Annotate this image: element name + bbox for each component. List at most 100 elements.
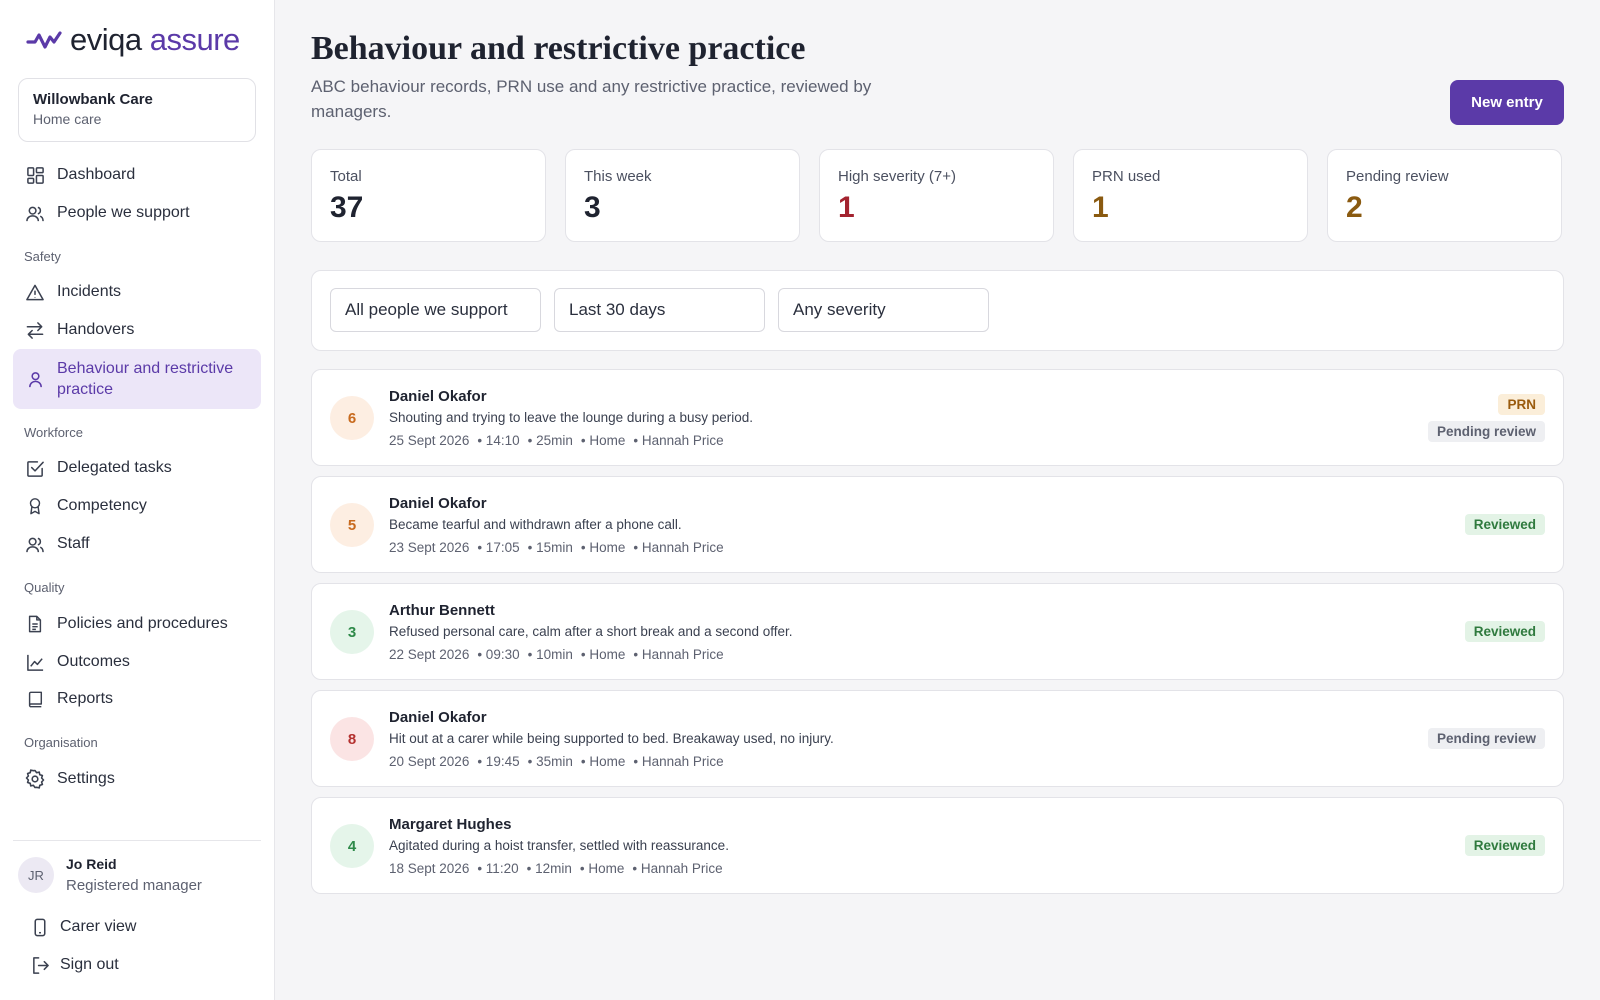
sidebar-item-settings[interactable]: Settings [13,762,261,796]
gear-icon [25,769,45,789]
entry-place: • Home [580,433,626,448]
entry-person: Arthur Bennett [389,602,495,619]
severity-badge: 5 [330,503,374,547]
entry-date: 18 Sept 2026 [389,861,470,876]
stat-value: 1 [1092,191,1109,224]
list-item[interactable]: 6 Daniel Okafor Shouting and trying to l… [311,369,1564,466]
document-icon [25,614,45,634]
stat-label: Total [330,168,362,185]
sign-out-link[interactable]: Sign out [18,948,266,982]
sidebar-item-label: Handovers [57,321,135,338]
new-entry-button[interactable]: New entry [1450,80,1564,125]
severity-badge: 6 [330,396,374,440]
sidebar-item-delegated-tasks[interactable]: Delegated tasks [13,451,261,485]
sidebar-divider [13,840,261,841]
sign-out-label: Sign out [60,956,119,973]
entry-date: 23 Sept 2026 [389,540,470,555]
severity-badge: 3 [330,610,374,654]
page-title: Behaviour and restrictive practice [311,30,806,67]
dashboard-icon [25,165,45,185]
entry-time: • 09:30 [477,647,520,662]
entry-date: 22 Sept 2026 [389,647,470,662]
line-chart-icon [25,652,45,672]
sign-out-icon [30,955,50,975]
sidebar-item-outcomes[interactable]: Outcomes [13,645,261,679]
sidebar-item-label: Staff [57,535,90,552]
entry-description: Refused personal care, calm after a shor… [389,624,793,639]
sidebar-item-handovers[interactable]: Handovers [13,313,261,347]
status-badge: Reviewed [1464,835,1545,856]
entry-duration: • 35min [527,754,573,769]
entry-duration: • 12min [526,861,572,876]
severity-filter-select[interactable]: Any severity [778,288,989,332]
stat-card-prn-used: PRN used 1 [1073,149,1308,242]
entry-person: Daniel Okafor [389,495,487,512]
entry-description: Hit out at a carer while being supported… [389,731,834,746]
entry-person: Daniel Okafor [389,388,487,405]
sidebar-item-incidents[interactable]: Incidents [13,275,261,309]
carer-view-link[interactable]: Carer view [18,910,266,944]
phone-icon [30,917,50,937]
sidebar-item-label: Reports [57,690,114,707]
sidebar-item-reports[interactable]: Reports [13,682,261,716]
users-icon [25,534,45,554]
entry-meta: 23 Sept 2026 • 17:05 • 15min • Home • Ha… [389,540,724,555]
logo[interactable]: eviqa assure [26,22,240,58]
person-icon [25,369,45,389]
stat-label: High severity (7+) [838,168,956,185]
entry-badges: Reviewed [1464,798,1545,893]
stat-card-high-severity: High severity (7+) 1 [819,149,1054,242]
entry-badges: Pending review [1427,691,1545,786]
entry-badges: Reviewed [1464,584,1545,679]
entry-place: • Home [579,861,625,876]
swap-arrows-icon [25,320,45,340]
avatar: JR [18,857,54,893]
sidebar-item-policies[interactable]: Policies and procedures [13,607,261,641]
entry-time: • 17:05 [477,540,520,555]
stat-card-this-week: This week 3 [565,149,800,242]
list-item[interactable]: 3 Arthur Bennett Refused personal care, … [311,583,1564,680]
sidebar: eviqa assure Willowbank Care Home care D… [0,0,275,1000]
stats-row: Total 37 This week 3 High severity (7+) … [311,149,1562,242]
sidebar-item-label: Dashboard [57,166,136,183]
main-content: Behaviour and restrictive practice ABC b… [275,0,1600,1000]
sidebar-item-people[interactable]: People we support [13,196,261,230]
sidebar-item-label: Behaviour and restrictive practice [57,360,234,398]
page-subtitle: ABC behaviour records, PRN use and any r… [311,77,872,121]
user-name: Jo Reid [66,856,117,872]
stat-label: Pending review [1346,168,1449,185]
nav-section-quality: Quality [24,580,65,595]
list-item[interactable]: 4 Margaret Hughes Agitated during a hois… [311,797,1564,894]
filter-bar: All people we support Last 30 days Any s… [311,270,1564,351]
list-item[interactable]: 8 Daniel Okafor Hit out at a carer while… [311,690,1564,787]
org-switcher[interactable]: Willowbank Care Home care [18,78,256,142]
entry-meta: 18 Sept 2026 • 11:20 • 12min • Home • Ha… [389,861,723,876]
entry-staff: • Hannah Price [632,861,723,876]
person-filter-select[interactable]: All people we support [330,288,541,332]
people-icon [25,203,45,223]
status-badge: Pending review [1427,728,1545,749]
severity-badge: 4 [330,824,374,868]
nav-section-safety: Safety [24,249,61,264]
sidebar-item-competency[interactable]: Competency [13,489,261,523]
entry-date: 25 Sept 2026 [389,433,470,448]
sidebar-item-label: Competency [57,497,147,514]
stat-label: PRN used [1092,168,1161,185]
sidebar-item-label: Settings [57,770,115,787]
entry-duration: • 25min [527,433,573,448]
period-filter-select[interactable]: Last 30 days [554,288,765,332]
award-icon [25,496,45,516]
entry-time: • 14:10 [477,433,520,448]
entry-date: 20 Sept 2026 [389,754,470,769]
list-item[interactable]: 5 Daniel Okafor Became tearful and withd… [311,476,1564,573]
sidebar-item-dashboard[interactable]: Dashboard [13,158,261,192]
entry-badges: Reviewed [1464,477,1545,572]
sidebar-item-staff[interactable]: Staff [13,527,261,561]
entry-duration: • 10min [527,647,573,662]
user-profile[interactable]: JR Jo Reid Registered manager [18,856,202,894]
entry-description: Shouting and trying to leave the lounge … [389,410,754,425]
sidebar-item-behaviour[interactable]: Behaviour and restrictive practice [13,349,261,409]
sidebar-item-label: Outcomes [57,653,130,670]
sidebar-item-label: People we support [57,204,190,221]
entry-time: • 19:45 [477,754,520,769]
